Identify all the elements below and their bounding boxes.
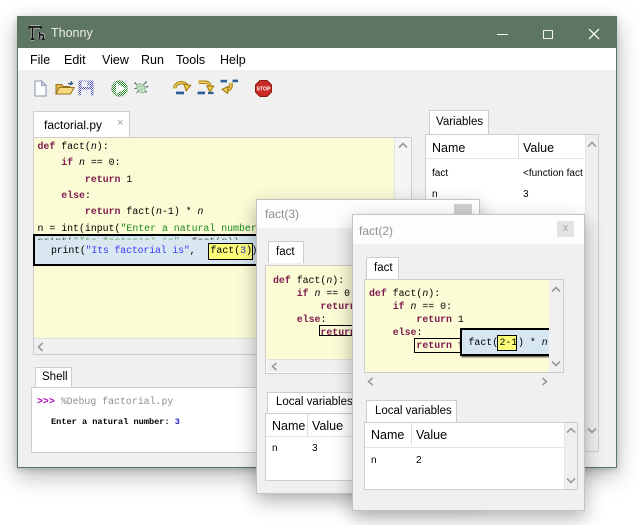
svg-text:STOP: STOP: [256, 87, 271, 93]
